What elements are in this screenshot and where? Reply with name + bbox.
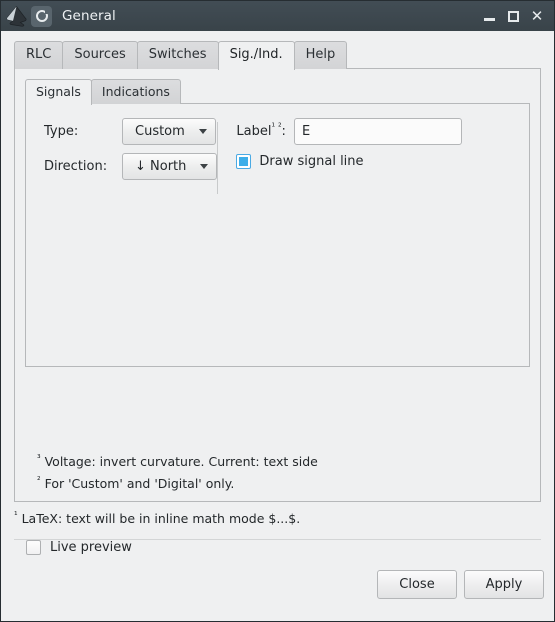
inkscape-logo-icon (4, 4, 30, 28)
dialog-content: RLC Sources Switches Sig./Ind. Help Sign… (1, 31, 554, 621)
live-preview-row[interactable]: Live preview (1, 540, 554, 555)
dialog-window: General ✕ RLC Sources Switches Sig./Ind.… (0, 0, 555, 622)
footnote-2-marker: ² (37, 475, 41, 486)
footnote-1-marker: ¹ (14, 510, 18, 521)
direction-row: Direction: ↓ North (44, 153, 218, 181)
sig-ind-panel: Signals Indications Type: Custom Directi… (14, 68, 541, 502)
label-input[interactable]: E (293, 118, 462, 146)
signals-panel: Type: Custom Direction: ↓ North Label¹ ²… (25, 103, 530, 368)
footnote-1-text: LaTeX: text will be in inline math mode … (21, 511, 301, 526)
tab-help[interactable]: Help (293, 41, 348, 69)
chevron-down-icon (200, 164, 209, 170)
tab-rlc[interactable]: RLC (14, 41, 64, 69)
close-dialog-button[interactable]: Close (377, 570, 457, 599)
draw-signal-line-label: Draw signal line (259, 154, 364, 170)
live-preview-label: Live preview (50, 540, 132, 555)
main-tabbar: RLC Sources Switches Sig./Ind. Help (1, 31, 554, 70)
apply-button[interactable]: Apply (464, 570, 544, 599)
panel-footnotes: ³ Voltage: invert curvature. Current: te… (37, 454, 318, 491)
label-field-label: Label¹ ²: (236, 123, 286, 140)
draw-signal-line-row[interactable]: Draw signal line (236, 154, 462, 170)
footnote-3-text: Voltage: invert curvature. Current: text… (44, 454, 318, 469)
tab-sig-ind[interactable]: Sig./Ind. (217, 41, 295, 70)
close-button[interactable]: ✕ (526, 5, 548, 27)
window-title: General (62, 8, 116, 24)
window-controls: ✕ (478, 5, 550, 27)
close-icon: ✕ (530, 6, 544, 25)
type-row: Type: Custom (44, 118, 217, 146)
bottom-bar: Live preview Close Apply (1, 526, 554, 621)
label-field-row: Label¹ ²: E (236, 118, 462, 146)
type-dropdown[interactable]: Custom (122, 118, 216, 146)
minimize-button[interactable] (478, 5, 500, 27)
label-field-superscript: ¹ ² (271, 123, 282, 134)
draw-signal-line-checkbox[interactable] (236, 154, 252, 170)
direction-dropdown[interactable]: ↓ North (122, 153, 218, 181)
direction-label: Direction: (44, 159, 108, 175)
signals-right-column: Label¹ ²: E Draw signal line (218, 118, 462, 198)
label-field-colon: : (281, 124, 286, 140)
minimize-icon (483, 18, 495, 21)
footnote-3: ³ Voltage: invert curvature. Current: te… (37, 454, 318, 469)
titlebar[interactable]: General ✕ (1, 1, 554, 31)
chevron-down-icon (198, 129, 207, 135)
footnote-3-marker: ³ (37, 453, 41, 464)
inner-tabbar: Signals Indications (15, 69, 540, 106)
maximize-icon (507, 10, 519, 22)
circle-glyph (35, 9, 48, 22)
type-dropdown-value: Custom (135, 124, 185, 140)
dialog-buttons: Close Apply (1, 555, 554, 599)
footnote-1: ¹ LaTeX: text will be in inline math mod… (1, 502, 554, 526)
maximize-button[interactable] (502, 5, 524, 27)
tab-switches[interactable]: Switches (136, 41, 219, 69)
type-label: Type: (44, 124, 79, 140)
signals-form: Type: Custom Direction: ↓ North Label¹ ²… (26, 104, 529, 198)
footnote-2: ² For 'Custom' and 'Digital' only. (37, 476, 318, 491)
live-preview-checkbox[interactable] (26, 540, 41, 555)
direction-dropdown-value: ↓ North (135, 159, 187, 175)
tab-sources[interactable]: Sources (62, 41, 138, 69)
footnote-2-text: For 'Custom' and 'Digital' only. (44, 476, 235, 491)
signals-left-column: Type: Custom Direction: ↓ North (26, 118, 218, 198)
inner-tab-signals[interactable]: Signals (25, 79, 92, 106)
inner-tab-indications[interactable]: Indications (90, 79, 181, 105)
label-input-value: E (301, 124, 311, 140)
label-field-label-text: Label (236, 124, 272, 140)
circuitikz-icon (31, 5, 52, 27)
